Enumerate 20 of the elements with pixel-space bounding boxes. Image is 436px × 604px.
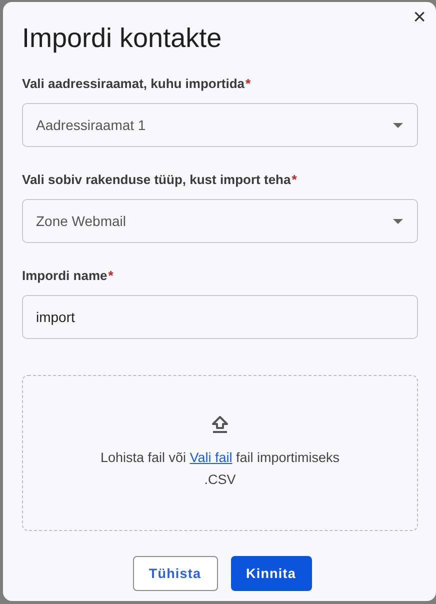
field-label: Vali aadressiraamat, kuhu importida <box>22 76 245 93</box>
required-mark: * <box>246 76 251 93</box>
file-format: .CSV <box>204 471 236 489</box>
close-button[interactable]: × <box>409 6 430 28</box>
dropdown-arrow-icon <box>393 218 403 224</box>
upload-icon <box>212 416 228 434</box>
dropdown-arrow-icon <box>393 122 403 128</box>
dropdown-field[interactable]: Zone Webmail <box>22 199 418 243</box>
dropzone-instructions: Lohista fail või Vali fail fail importimiseks <box>100 449 340 467</box>
choose-file-link[interactable]: Vali fail <box>190 450 232 465</box>
required-mark: * <box>292 172 297 189</box>
required-mark: * <box>108 268 114 285</box>
field-label: Vali sobiv rakenduse tüüp, kust import teha <box>22 172 291 189</box>
confirm-button[interactable]: Kinnita <box>230 556 312 591</box>
input-field[interactable]: import <box>22 295 418 339</box>
cancel-button[interactable]: Tühista <box>132 556 218 591</box>
dropdown-field[interactable]: Aadressiraamat 1 <box>22 103 418 147</box>
field-label: Impordi name <box>22 268 108 285</box>
file-dropzone[interactable]: Lohista fail või Vali fail fail importimiseks .CSV <box>22 375 418 531</box>
dialog-title: Impordi kontakte <box>22 22 222 54</box>
